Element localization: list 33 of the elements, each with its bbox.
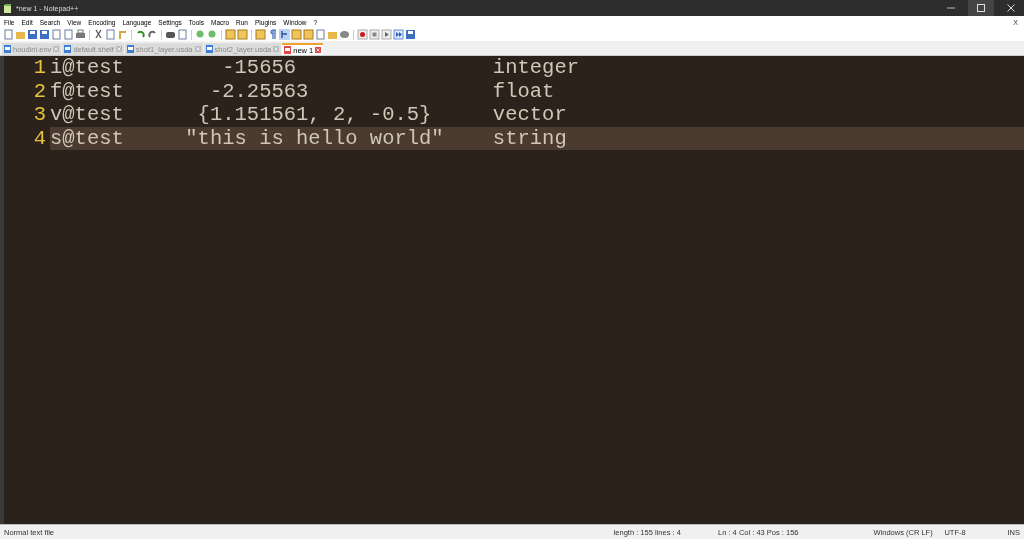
save-all-icon[interactable] bbox=[39, 29, 50, 40]
document-icon bbox=[284, 46, 292, 54]
document-icon bbox=[64, 45, 72, 53]
record-icon[interactable] bbox=[357, 29, 368, 40]
close-tab-icon[interactable] bbox=[194, 46, 201, 52]
line-number: 4 bbox=[32, 126, 47, 150]
undo-icon[interactable] bbox=[135, 29, 146, 40]
close-tab-icon[interactable] bbox=[315, 47, 322, 53]
folder-icon[interactable] bbox=[327, 29, 338, 40]
new-file-icon[interactable] bbox=[3, 29, 14, 40]
line-number: 3 bbox=[32, 103, 47, 127]
code-line: v@test {1.151561, 2, -0.5} vector bbox=[50, 103, 568, 127]
redo-icon[interactable] bbox=[147, 29, 158, 40]
notepad-icon bbox=[4, 3, 12, 13]
document-icon bbox=[205, 45, 213, 53]
code-line: f@test -2.25563 float bbox=[50, 79, 556, 103]
save-macro-icon[interactable] bbox=[405, 29, 416, 40]
play-icon[interactable] bbox=[381, 29, 392, 40]
pilcrow-icon[interactable] bbox=[267, 29, 278, 40]
document-icon bbox=[126, 45, 134, 53]
play-multiple-icon[interactable] bbox=[393, 29, 404, 40]
document-icon bbox=[4, 45, 11, 53]
stop-icon[interactable] bbox=[369, 29, 380, 40]
cut-icon[interactable] bbox=[93, 29, 104, 40]
close-tab-icon[interactable] bbox=[53, 46, 60, 52]
save-icon[interactable] bbox=[27, 29, 38, 40]
print-icon[interactable] bbox=[75, 29, 86, 40]
code-line: i@test -15656 integer bbox=[50, 56, 580, 80]
close-tab-icon[interactable] bbox=[273, 46, 280, 52]
line-number: 1 bbox=[32, 56, 47, 80]
line-number: 2 bbox=[32, 79, 47, 103]
close-tab-icon[interactable] bbox=[115, 46, 122, 52]
maximize-button[interactable] bbox=[968, 0, 994, 16]
